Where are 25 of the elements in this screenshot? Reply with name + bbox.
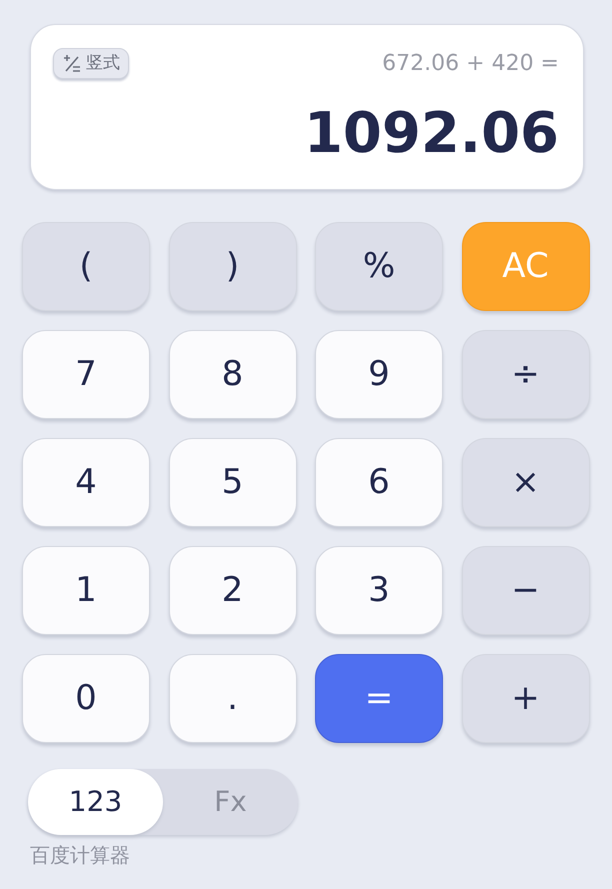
operator-key[interactable]: )	[168, 222, 296, 311]
mode-tab[interactable]: 123	[28, 769, 163, 835]
operator-key[interactable]: −	[462, 546, 590, 635]
expression-text: 672.06 + 420 =	[382, 50, 559, 78]
digit-key[interactable]: 1	[22, 546, 150, 635]
digit-key[interactable]: 8	[168, 330, 296, 419]
operator-key[interactable]: ×	[462, 438, 590, 527]
digit-key[interactable]: 5	[168, 438, 296, 527]
operator-key[interactable]: (	[22, 222, 150, 311]
vertical-mode-button[interactable]: 竖式	[53, 48, 129, 80]
digit-key[interactable]: 6	[315, 438, 443, 527]
operator-key[interactable]: +	[462, 654, 590, 743]
digit-key[interactable]: 4	[22, 438, 150, 527]
digit-key[interactable]: 0	[22, 654, 150, 743]
digit-key[interactable]: 3	[315, 546, 443, 635]
digit-key[interactable]: .	[168, 654, 296, 743]
footer-text: 百度计算器	[30, 843, 131, 867]
equals-key[interactable]: =	[315, 654, 443, 743]
digit-key[interactable]: 7	[22, 330, 150, 419]
plus-equals-icon	[62, 54, 82, 74]
digit-key[interactable]: 2	[168, 546, 296, 635]
operator-key[interactable]: ÷	[462, 330, 590, 419]
result-text: 1092.06	[302, 106, 559, 162]
operator-key[interactable]: %	[315, 222, 443, 311]
digit-key[interactable]: 9	[315, 330, 443, 419]
